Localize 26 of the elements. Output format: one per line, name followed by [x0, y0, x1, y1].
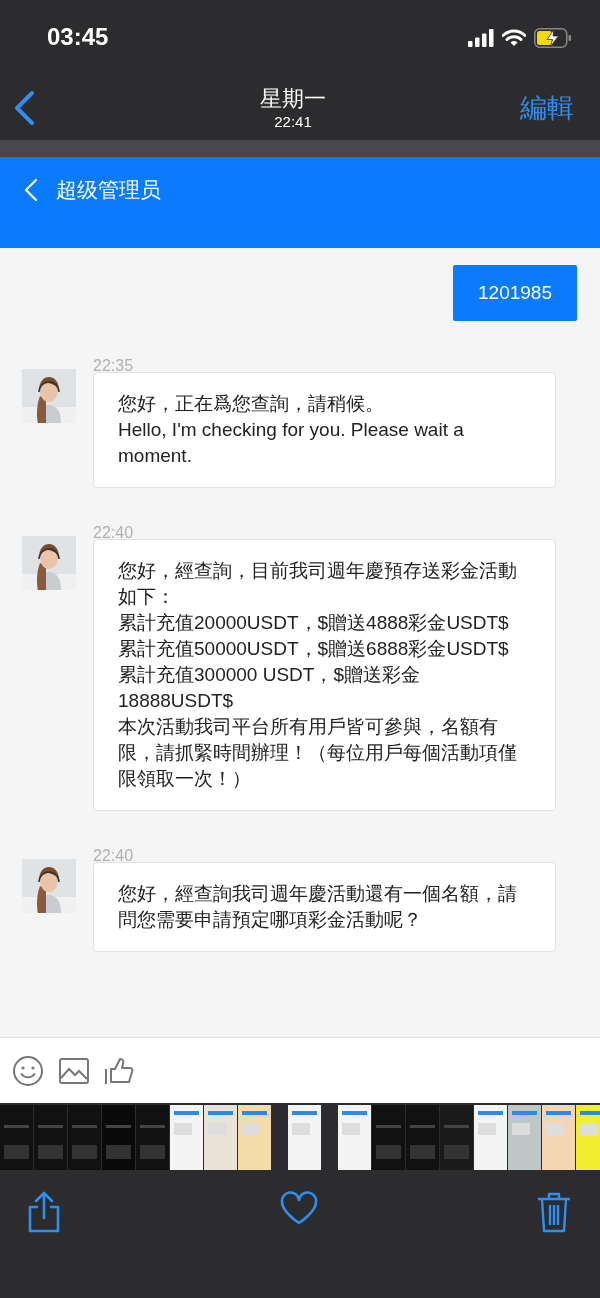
- avatar: [22, 859, 76, 913]
- message-text: Hello, I'm checking for you. Please wait a moment.: [118, 418, 465, 468]
- battery-charging-icon: [534, 28, 572, 48]
- edit-button[interactable]: 編輯: [520, 90, 574, 126]
- back-button[interactable]: [12, 90, 36, 126]
- message-text: 本次活動我司平台所有用戶皆可參與，名額有限，請抓緊時間辦理！（每位用戶每個活動項僅限領取一次！）: [118, 715, 518, 791]
- message-text: 您好，正在爲您查詢，請稍候。: [118, 392, 385, 416]
- avatar: [22, 536, 76, 590]
- message-time: 22:40: [93, 523, 135, 539]
- message-time: 22:35: [93, 356, 135, 372]
- avatar: [22, 369, 76, 423]
- message-time: 22:40: [93, 846, 135, 862]
- signal-icon: [468, 29, 494, 47]
- message-text: 您好，經查詢我司週年慶活動還有一個名額，請問您需要申請預定哪項彩金活動呢？: [118, 882, 518, 932]
- message-text: 累計充值20000USDT，$贈送4888彩金USDT$: [118, 611, 510, 635]
- wifi-icon: [502, 29, 526, 47]
- nav-subtitle: 22:41: [274, 113, 312, 131]
- chat-title: 超级管理员: [56, 177, 161, 203]
- message-text: 您好，經查詢，目前我司週年慶預存送彩金活動如下：: [118, 559, 518, 609]
- nav-title: 星期一: [260, 85, 326, 113]
- message-text: 累計充值300000 USDT，$贈送彩金18888USDT$: [118, 663, 421, 713]
- status-time: 03:45: [47, 23, 110, 51]
- sent-message: 1201985: [453, 265, 577, 321]
- back-button[interactable]: [24, 178, 38, 202]
- message-text: 累計充值50000USDT，$贈送6888彩金USDT$: [118, 637, 510, 661]
- emoji-button[interactable]: [12, 1054, 44, 1087]
